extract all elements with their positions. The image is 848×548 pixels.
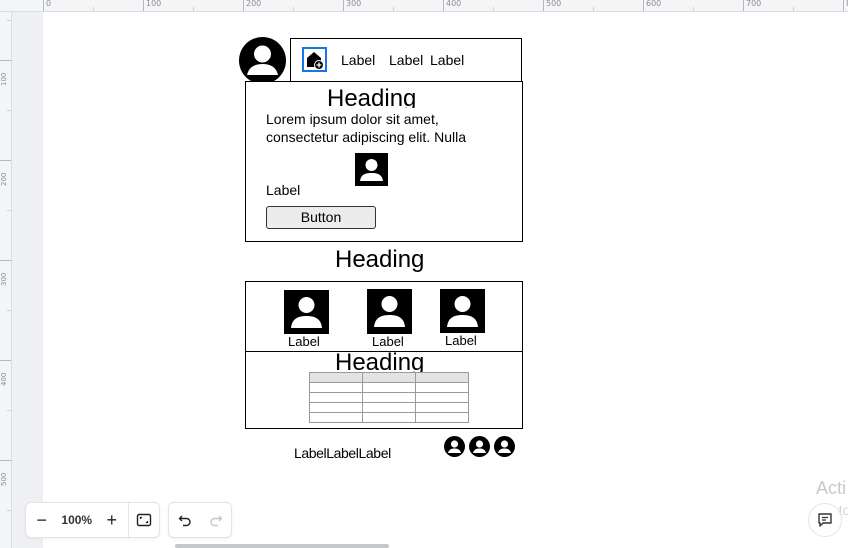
ruler-tick xyxy=(0,460,11,461)
person-icon xyxy=(291,297,322,328)
card-paragraph: Lorem ipsum dolor sit amet, consectetur … xyxy=(266,111,466,145)
undo-icon xyxy=(178,515,191,527)
fit-screen-icon xyxy=(136,513,151,527)
table-row xyxy=(309,402,469,413)
nav-link-3[interactable]: Label xyxy=(430,52,464,68)
home-button[interactable] xyxy=(302,47,327,72)
table-row xyxy=(309,412,469,423)
footer-link-2[interactable]: Label xyxy=(326,445,359,461)
ruler-mark: 200 xyxy=(246,0,262,8)
ruler-tick xyxy=(0,360,11,361)
zoom-in-button[interactable]: + xyxy=(96,503,127,537)
nav-link-1[interactable]: Label xyxy=(341,52,375,68)
person-icon xyxy=(447,296,478,327)
gallery-label-1: Label xyxy=(288,334,320,349)
gallery-image-1 xyxy=(284,290,329,334)
section-heading: Heading xyxy=(335,246,425,273)
vertical-ruler: 100 200 300 400 500 xyxy=(0,12,12,548)
activation-watermark: Acti xyxy=(816,478,847,498)
ruler-mark: 300 xyxy=(0,272,8,286)
ruler-mark: 400 xyxy=(0,372,8,386)
home-add-icon xyxy=(307,52,324,70)
ruler-tick xyxy=(243,0,244,11)
card-heading-clip: Heading xyxy=(246,82,522,108)
user-icon xyxy=(448,440,461,453)
ruler-mark: 400 xyxy=(446,0,462,8)
undo-button[interactable] xyxy=(169,503,200,537)
ruler-tick xyxy=(43,0,44,11)
redo-button[interactable] xyxy=(200,503,231,537)
fit-screen-button[interactable] xyxy=(127,503,159,537)
footer-link-1[interactable]: Label xyxy=(294,445,327,461)
footer-avatar-3[interactable] xyxy=(494,436,515,457)
ruler-tick xyxy=(343,0,344,11)
person-icon xyxy=(360,159,383,181)
card-label: Label xyxy=(266,182,301,198)
app-window: 0 100 200 300 400 500 600 700 800 100 20… xyxy=(0,0,848,548)
ruler-tick xyxy=(0,60,11,61)
ruler-tick xyxy=(843,0,844,11)
table-row xyxy=(309,372,469,383)
ruler-tick xyxy=(743,0,744,11)
ruler-mark: 100 xyxy=(0,72,8,86)
user-icon xyxy=(473,440,486,453)
canvas-gutter xyxy=(12,12,43,548)
table-row xyxy=(309,392,469,403)
ruler-mark: 0 xyxy=(46,0,52,8)
redo-icon xyxy=(209,515,222,527)
nav-link-2[interactable]: Label xyxy=(389,52,423,68)
zoom-toolbar: − 100% + xyxy=(25,502,160,538)
gallery-image-3 xyxy=(440,289,485,333)
ruler-tick xyxy=(0,260,11,261)
ruler-tick xyxy=(543,0,544,11)
footer-avatar-2[interactable] xyxy=(469,436,490,457)
footer-links: LabelLabelLabel xyxy=(294,445,391,461)
ruler-mark: 600 xyxy=(646,0,662,8)
zoom-out-button[interactable]: − xyxy=(26,503,57,537)
user-icon xyxy=(498,440,511,453)
ruler-mark: 200 xyxy=(0,172,8,186)
footer-avatar-1[interactable] xyxy=(444,436,465,457)
ruler-mark: 300 xyxy=(346,0,362,8)
ruler-tick xyxy=(0,160,11,161)
card-button[interactable]: Button xyxy=(266,206,376,229)
ruler-mark: 500 xyxy=(546,0,562,8)
table-heading: Heading xyxy=(335,352,425,372)
ruler-mark: 100 xyxy=(146,0,162,8)
table-heading-clip: Heading xyxy=(246,352,522,372)
chat-icon xyxy=(818,513,832,527)
ruler-mark: 500 xyxy=(0,472,8,486)
table-row xyxy=(309,382,469,393)
gallery-label-2: Label xyxy=(372,334,404,349)
ruler-tick xyxy=(643,0,644,11)
card-image xyxy=(355,153,388,186)
horizontal-ruler: 0 100 200 300 400 500 600 700 800 xyxy=(0,0,848,12)
ruler-tick xyxy=(143,0,144,11)
person-icon xyxy=(374,296,405,327)
card-heading: Heading xyxy=(327,85,417,108)
chat-button[interactable] xyxy=(808,503,842,537)
history-toolbar xyxy=(168,502,232,538)
data-table xyxy=(309,372,469,423)
zoom-level[interactable]: 100% xyxy=(57,513,96,527)
user-avatar[interactable] xyxy=(239,37,286,84)
horizontal-scrollbar[interactable] xyxy=(175,544,389,548)
gallery-label-3: Label xyxy=(445,333,477,348)
ruler-mark: 700 xyxy=(746,0,762,8)
ruler-tick xyxy=(443,0,444,11)
user-icon xyxy=(247,45,278,75)
footer-link-3[interactable]: Label xyxy=(359,445,392,461)
gallery-image-2 xyxy=(367,289,412,334)
